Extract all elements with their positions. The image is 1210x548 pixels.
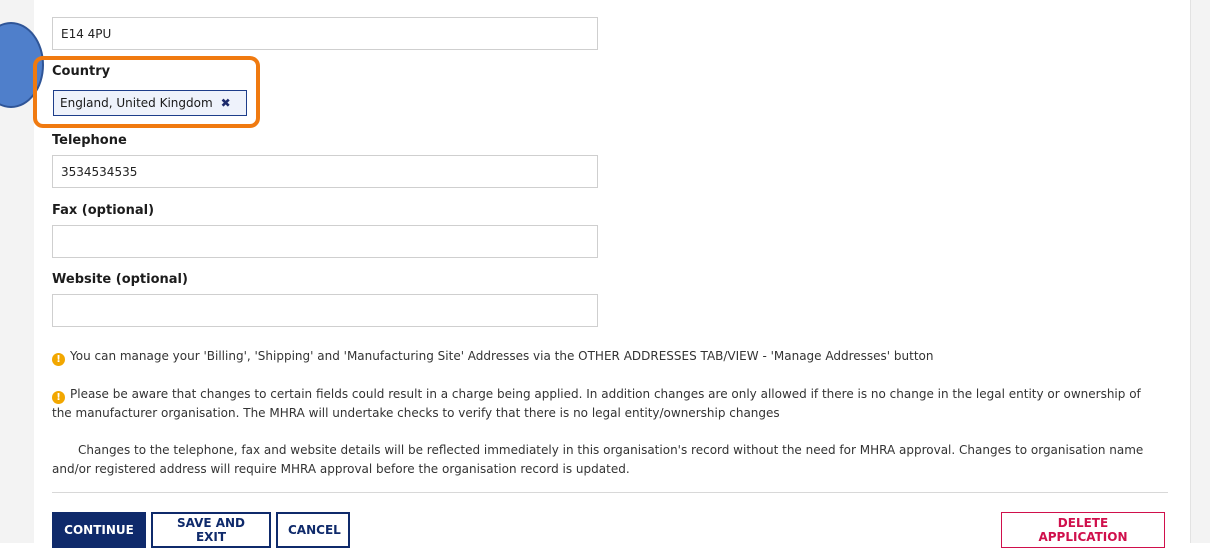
- telephone-label: Telephone: [52, 133, 127, 148]
- addresses-notice: ! You can manage your 'Billing', 'Shippin…: [52, 347, 1162, 366]
- charges-notice-text: Please be aware that changes to certain …: [52, 387, 1141, 420]
- telephone-input[interactable]: [52, 155, 598, 188]
- website-label: Website (optional): [52, 272, 188, 287]
- charges-notice: ! Please be aware that changes to certain…: [52, 385, 1162, 423]
- right-scroll-panel: [1190, 0, 1210, 543]
- warning-icon: !: [52, 353, 65, 366]
- fax-label: Fax (optional): [52, 203, 155, 218]
- warning-icon: !: [52, 391, 65, 404]
- website-input[interactable]: [52, 294, 598, 327]
- fax-input[interactable]: [52, 225, 598, 258]
- approval-notice: Changes to the telephone, fax and websit…: [52, 441, 1152, 479]
- approval-notice-text: Changes to the telephone, fax and websit…: [52, 443, 1144, 476]
- country-highlight-annotation: [33, 56, 260, 128]
- actions-divider: [52, 492, 1168, 493]
- postcode-input[interactable]: [52, 17, 598, 50]
- addresses-notice-text: You can manage your 'Billing', 'Shipping…: [70, 349, 934, 363]
